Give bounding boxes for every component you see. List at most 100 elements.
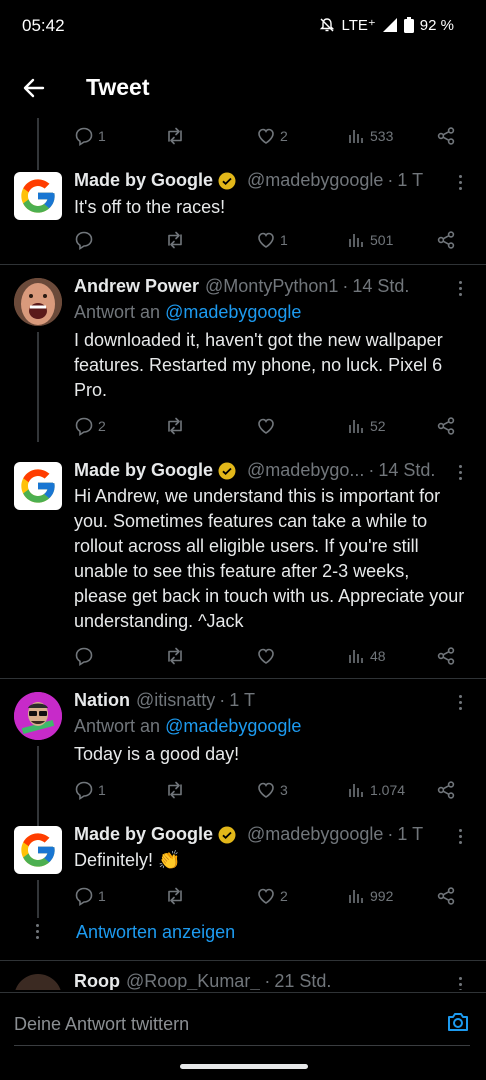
battery-percent: 92 % [419, 16, 454, 34]
more-icon[interactable] [452, 172, 468, 192]
tweet-time: 14 Std. [378, 460, 436, 480]
share-button[interactable] [436, 228, 456, 252]
more-icon[interactable] [452, 826, 468, 846]
verified-badge-icon [218, 172, 236, 190]
views-button[interactable]: 992 [348, 884, 393, 908]
tweet-header: Made by Google @madebygoogle · 1 T [74, 170, 424, 191]
avatar[interactable] [14, 826, 62, 874]
tweet-thread[interactable]: 1 2 533 Made by Google @madebygoogle · 1… [0, 118, 486, 990]
like-button[interactable]: 2 [256, 124, 288, 148]
tweet-header: Made by Google @madebygoogle · 1 T [74, 824, 424, 845]
author-name[interactable]: Nation [74, 690, 130, 711]
author-name[interactable]: Made by Google [74, 824, 213, 845]
views-button[interactable]: 533 [348, 124, 393, 148]
reply-input[interactable]: Deine Antwort twittern [14, 1014, 189, 1035]
like-icon [258, 888, 274, 904]
retweet-button[interactable] [164, 124, 186, 148]
reply-button[interactable]: 1 [74, 778, 106, 802]
avatar-illustration [14, 692, 62, 740]
tweet-header: Andrew Power @MontyPython1 · 14 Std. [74, 276, 410, 297]
reply-button[interactable] [74, 228, 98, 252]
author-handle[interactable]: @madebygoogle [247, 824, 383, 845]
retweet-icon [168, 647, 182, 665]
reply-button[interactable]: 1 [74, 124, 106, 148]
author-name[interactable]: Made by Google [74, 460, 213, 481]
author-name[interactable]: Made by Google [74, 170, 213, 191]
status-time: 05:42 [22, 16, 65, 35]
google-logo-icon [21, 179, 55, 213]
author-handle[interactable]: @Roop_Kumar_ [126, 971, 260, 990]
share-button[interactable] [436, 124, 456, 148]
verified-badge-icon [218, 826, 236, 844]
views-icon [349, 234, 363, 247]
reply-button[interactable]: 1 [74, 884, 106, 908]
views-button[interactable]: 501 [348, 228, 393, 252]
retweet-button[interactable] [164, 414, 186, 438]
more-icon[interactable] [452, 462, 468, 482]
like-button[interactable] [256, 644, 280, 668]
author-name[interactable]: Andrew Power [74, 276, 199, 297]
mention-link[interactable]: @madebygoogle [165, 302, 301, 322]
retweet-button[interactable] [164, 228, 186, 252]
reply-icon [75, 781, 93, 800]
author-name[interactable]: Roop [74, 971, 120, 990]
status-bar: 05:42 LTE⁺ 92 % [0, 0, 486, 52]
tweet-time: 14 Std. [352, 276, 410, 296]
author-handle[interactable]: @madebygo... [247, 460, 364, 481]
show-replies-link[interactable]: Antworten anzeigen [76, 922, 235, 943]
retweet-button[interactable] [164, 884, 186, 908]
more-icon[interactable] [452, 692, 468, 712]
views-button[interactable]: 52 [348, 414, 386, 438]
avatar[interactable] [14, 278, 62, 326]
avatar[interactable] [14, 974, 62, 990]
like-button[interactable] [256, 414, 280, 438]
tweet-text: Today is a good day! [74, 744, 240, 764]
like-button[interactable]: 2 [256, 884, 288, 908]
tweet-text: Definitely! 👏 [74, 850, 181, 870]
tweet-actions: 1 3 1.074 [74, 778, 466, 802]
views-button[interactable]: 1.074 [348, 778, 405, 802]
reply-button[interactable] [74, 644, 98, 668]
author-handle[interactable]: @madebygoogle [247, 170, 383, 191]
tweet-text: Hi Andrew, we understand this is importa… [74, 486, 465, 631]
share-button[interactable] [436, 778, 456, 802]
app-header: Tweet [0, 60, 486, 116]
share-button[interactable] [436, 414, 456, 438]
tweet-actions: 1 2 992 [74, 884, 466, 908]
network-label: LTE⁺ [341, 17, 376, 34]
retweet-button[interactable] [164, 644, 186, 668]
camera-button[interactable] [446, 1011, 470, 1038]
reply-composer: Deine Antwort twittern [0, 992, 486, 1052]
thread-dots [36, 924, 40, 939]
reply-context: Antwort an @madebygoogle [74, 716, 302, 736]
back-button[interactable] [18, 72, 50, 104]
home-indicator[interactable] [180, 1064, 308, 1069]
back-arrow-icon [23, 78, 45, 98]
author-handle[interactable]: @MontyPython1 [205, 276, 338, 297]
google-logo-icon [21, 469, 55, 503]
share-button[interactable] [436, 644, 456, 668]
share-button[interactable] [436, 884, 456, 908]
avatar[interactable] [14, 692, 62, 740]
tweet-header: Nation @itisnatty · 1 T [74, 690, 255, 711]
tweet-time: 1 T [397, 824, 424, 844]
avatar[interactable] [14, 172, 62, 220]
more-icon[interactable] [452, 278, 468, 298]
like-button[interactable]: 3 [256, 778, 288, 802]
camera-icon [448, 1013, 468, 1031]
tweet-time: 21 Std. [274, 971, 332, 990]
views-button[interactable]: 48 [348, 644, 386, 668]
divider [0, 264, 486, 265]
more-icon[interactable] [452, 974, 468, 990]
author-handle[interactable]: @itisnatty [136, 690, 215, 711]
tweet-actions: 2 52 [74, 414, 466, 438]
like-button[interactable]: 1 [256, 228, 288, 252]
retweet-icon [168, 231, 182, 249]
tweet-text: It's off to the races! [74, 197, 226, 217]
reply-button[interactable]: 2 [74, 414, 106, 438]
signal-icon [382, 18, 397, 32]
retweet-button[interactable] [164, 778, 186, 802]
mention-link[interactable]: @madebygoogle [165, 716, 301, 736]
avatar[interactable] [14, 462, 62, 510]
like-icon [258, 648, 274, 664]
